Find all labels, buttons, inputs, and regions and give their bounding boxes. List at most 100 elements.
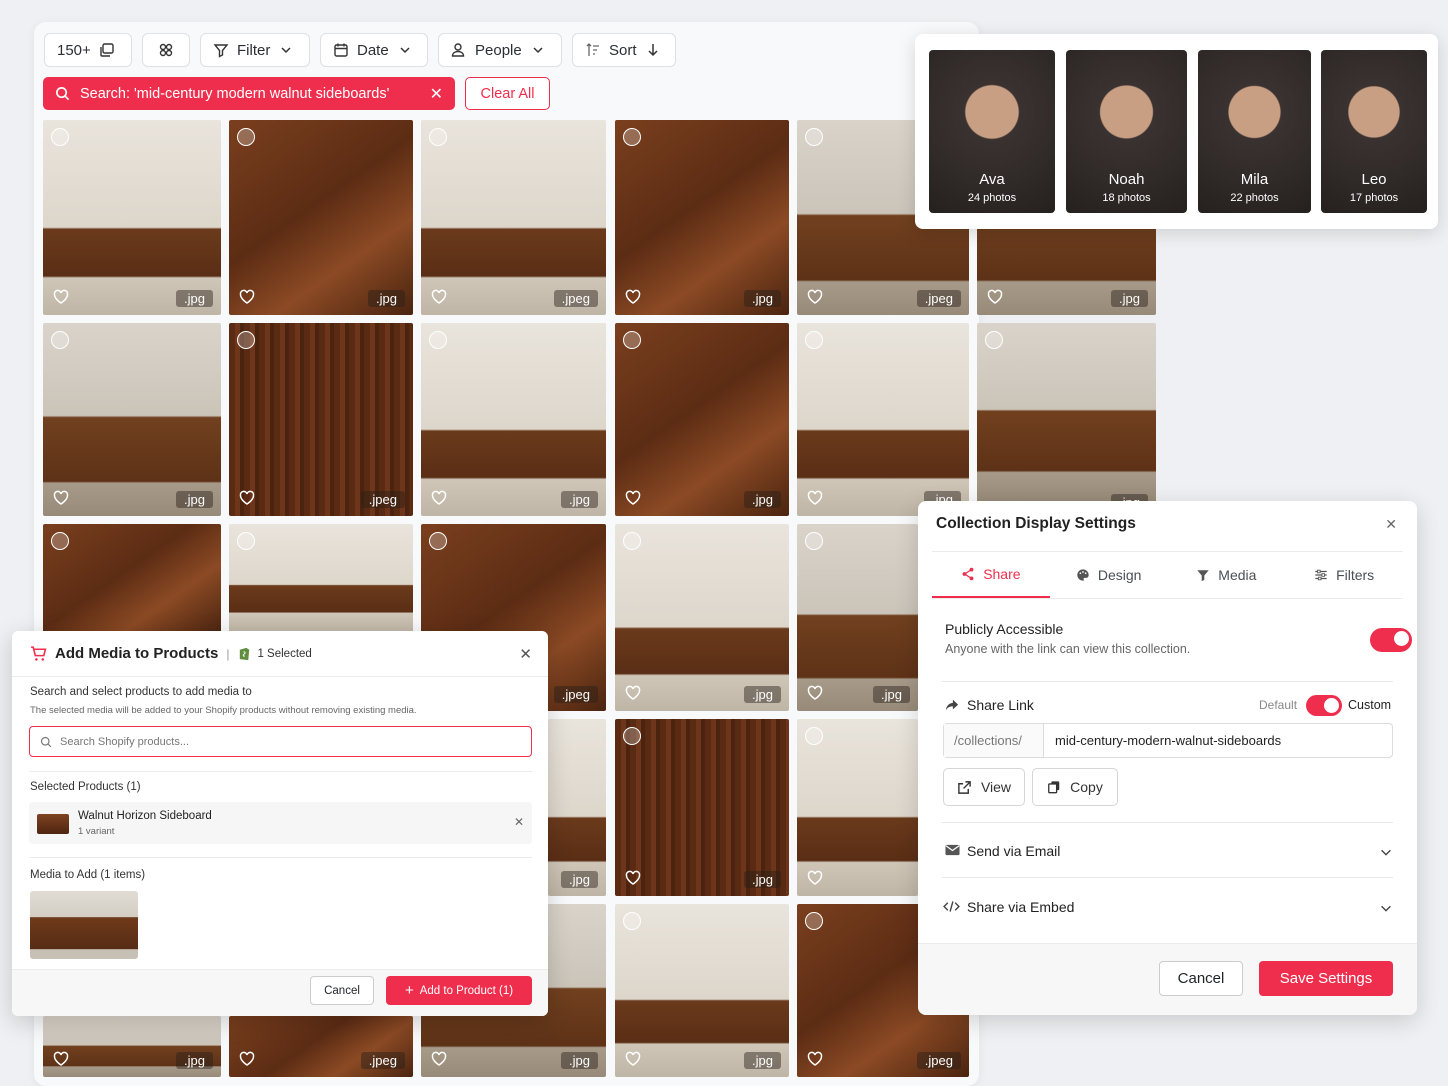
cancel-button[interactable]: Cancel [1159,961,1243,996]
photo-tile[interactable]: .jpg [548,719,606,896]
view-button[interactable]: View [943,768,1025,806]
photo-tile[interactable]: .jpg [615,524,789,711]
heart-icon[interactable] [53,289,69,305]
heart-icon[interactable] [625,289,641,305]
person-card-noah[interactable]: Noah 18 photos [1066,50,1187,213]
heart-icon[interactable] [431,289,447,305]
share-link-mode-toggle[interactable] [1306,695,1342,716]
photo-tile[interactable]: .jpg [615,719,789,896]
heart-icon[interactable] [625,1051,641,1067]
public-access-toggle[interactable] [1370,628,1412,652]
photo-tile[interactable]: .jpg [797,323,969,516]
share-link-field[interactable]: /collections/ mid-century-modern-walnut-… [943,723,1393,758]
person-card-mila[interactable]: Mila 22 photos [1198,50,1311,213]
photo-tile[interactable] [229,524,413,634]
photo-tile[interactable]: .jpg [977,323,1156,503]
photo-tile[interactable]: .jpg [421,323,606,516]
dialog-title: Add Media to Products [55,645,219,662]
heart-icon[interactable] [807,289,823,305]
photo-tile[interactable]: .jpg [615,323,789,516]
heart-icon[interactable] [53,490,69,506]
heart-icon[interactable] [807,870,823,886]
tab-design[interactable]: Design [1050,552,1168,598]
select-circle[interactable] [237,532,255,550]
remove-product-icon[interactable]: ✕ [514,815,524,829]
date-button[interactable]: Date [320,33,428,67]
photo-tile[interactable]: .jpg [615,904,789,1077]
heart-icon[interactable] [807,1051,823,1067]
select-circle[interactable] [623,532,641,550]
heart-icon[interactable] [987,289,1003,305]
heart-icon[interactable] [53,1051,69,1067]
share-embed-row[interactable]: Share via Embed [918,891,1417,923]
heart-icon[interactable] [807,490,823,506]
cancel-button[interactable]: Cancel [310,976,374,1005]
select-circle[interactable] [805,331,823,349]
select-circle[interactable] [623,727,641,745]
select-circle[interactable] [237,128,255,146]
grid-view-button[interactable] [142,33,190,67]
heart-icon[interactable] [239,1051,255,1067]
heart-icon[interactable] [239,289,255,305]
file-extension: .jpg [744,491,781,508]
people-icon [451,43,465,57]
select-circle[interactable] [51,128,69,146]
close-icon[interactable]: ✕ [519,645,532,663]
photo-tile[interactable]: .jpeg [229,1016,413,1077]
photo-tile[interactable]: .jpg [615,120,789,315]
select-circle[interactable] [805,128,823,146]
person-card-leo[interactable]: Leo 17 photos [1321,50,1427,213]
photo-tile[interactable]: .jpg [43,1016,221,1077]
select-circle[interactable] [805,912,823,930]
copy-button[interactable]: Copy [1032,768,1118,806]
copy-icon [1048,781,1060,794]
close-icon[interactable]: ✕ [1385,516,1397,533]
clear-all-button[interactable]: Clear All [465,77,550,110]
person-card-ava[interactable]: Ava 24 photos [929,50,1055,213]
save-settings-button[interactable]: Save Settings [1259,961,1393,996]
select-circle[interactable] [429,532,447,550]
tab-share[interactable]: Share [932,552,1050,598]
tab-media[interactable]: Media [1168,552,1286,598]
select-circle[interactable] [623,331,641,349]
active-search-chip[interactable]: Search: 'mid-century modern walnut sideb… [43,77,455,110]
photo-tile[interactable]: .jpg [43,120,221,315]
photo-tile[interactable]: .jpeg [229,323,413,516]
heart-icon[interactable] [625,870,641,886]
heart-icon[interactable] [625,685,641,701]
select-circle[interactable] [237,331,255,349]
select-circle[interactable] [805,532,823,550]
file-extension: .jpeg [360,1052,405,1069]
select-circle[interactable] [429,331,447,349]
heart-icon[interactable] [625,490,641,506]
select-circle[interactable] [805,727,823,745]
sort-icon [586,43,599,56]
select-circle[interactable] [985,331,1003,349]
photo-tile[interactable] [797,719,918,896]
select-circle[interactable] [623,912,641,930]
product-search-input[interactable]: Search Shopify products... [29,726,532,757]
heart-icon[interactable] [807,685,823,701]
count-button[interactable]: 150+ [44,33,132,67]
tab-filters[interactable]: Filters [1285,552,1403,598]
people-button[interactable]: People [438,33,562,67]
photo-tile[interactable]: .jpg [229,120,413,315]
file-extension: .jpeg [916,1052,961,1069]
photo-tile[interactable]: .jpg [797,524,918,711]
heart-icon[interactable] [239,490,255,506]
send-email-row[interactable]: Send via Email [918,835,1417,867]
select-circle[interactable] [429,128,447,146]
heart-icon[interactable] [431,1051,447,1067]
dialog-header: Add Media to Products | 1 Selected [30,645,312,662]
select-circle[interactable] [623,128,641,146]
add-to-product-button[interactable]: + Add to Product (1) [386,976,532,1005]
close-icon[interactable]: ✕ [430,84,443,104]
sort-button[interactable]: Sort [572,33,676,67]
select-circle[interactable] [51,331,69,349]
filter-button[interactable]: Filter [200,33,310,67]
heart-icon[interactable] [431,490,447,506]
photo-tile[interactable] [43,524,221,634]
select-circle[interactable] [51,532,69,550]
photo-tile[interactable]: .jpeg [421,120,606,315]
photo-tile[interactable]: .jpg [43,323,221,516]
